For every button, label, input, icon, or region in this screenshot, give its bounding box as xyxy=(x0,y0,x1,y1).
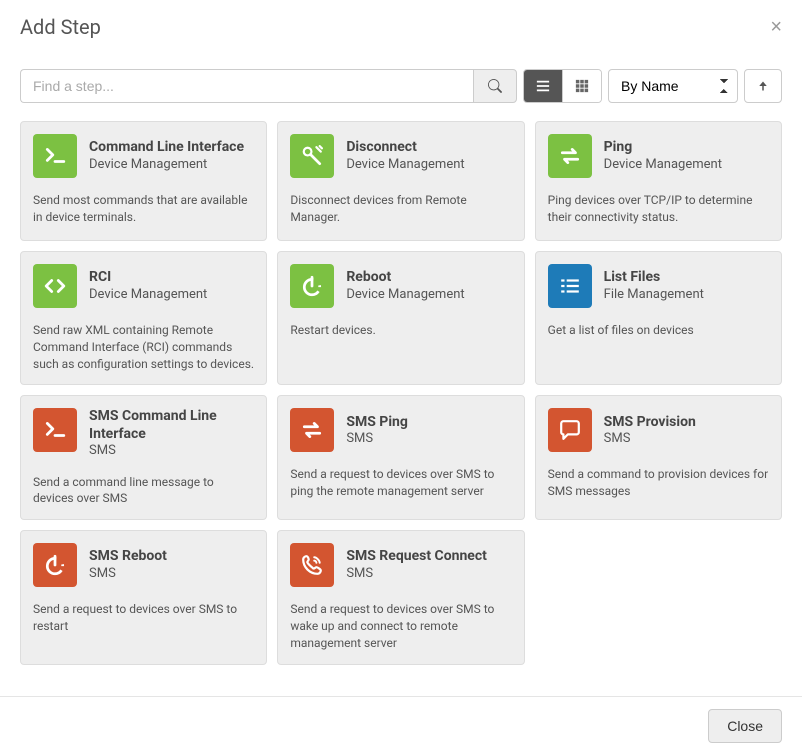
toolbar: By Name xyxy=(20,69,782,103)
card-description: Send a request to devices over SMS to pi… xyxy=(290,466,511,500)
card-head: SMS Request Connect SMS xyxy=(290,543,511,587)
step-grid: Command Line Interface Device Management… xyxy=(20,121,782,665)
step-card[interactable]: List Files File Management Get a list of… xyxy=(535,251,782,385)
card-titles: Ping Device Management xyxy=(604,134,722,178)
arrow-up-icon xyxy=(757,80,769,92)
card-description: Get a list of files on devices xyxy=(548,322,769,339)
card-head: RCI Device Management xyxy=(33,264,254,308)
card-title: RCI xyxy=(89,269,207,287)
card-description: Restart devices. xyxy=(290,322,511,339)
step-card[interactable]: Disconnect Device Management Disconnect … xyxy=(277,121,524,241)
view-toggle xyxy=(523,69,602,103)
card-head: Reboot Device Management xyxy=(290,264,511,308)
card-description: Send a request to devices over SMS to wa… xyxy=(290,601,511,651)
sort-select[interactable]: By Name xyxy=(608,69,738,103)
search-button[interactable] xyxy=(473,69,517,103)
unplug-icon xyxy=(290,134,334,178)
terminal-icon xyxy=(33,408,77,452)
arrows-icon xyxy=(290,408,334,452)
view-list-button[interactable] xyxy=(524,70,563,102)
power-icon xyxy=(33,543,77,587)
step-card[interactable]: SMS Provision SMS Send a command to prov… xyxy=(535,395,782,520)
card-title: List Files xyxy=(604,269,704,287)
sort-wrap: By Name xyxy=(608,69,738,103)
step-card[interactable]: SMS Ping SMS Send a request to devices o… xyxy=(277,395,524,520)
search-input[interactable] xyxy=(20,69,473,103)
step-card[interactable]: Ping Device Management Ping devices over… xyxy=(535,121,782,241)
card-title: Command Line Interface xyxy=(89,139,244,157)
card-head: Disconnect Device Management xyxy=(290,134,511,178)
card-category: File Management xyxy=(604,287,704,303)
card-title: Ping xyxy=(604,139,722,157)
card-description: Send a command to provision devices for … xyxy=(548,466,769,500)
card-description: Send a command line message to devices o… xyxy=(33,474,254,508)
card-title: Reboot xyxy=(346,269,464,287)
list-view-icon xyxy=(536,79,550,93)
modal-body: By Name Command Line Interface Device Ma… xyxy=(0,54,802,696)
search-icon xyxy=(488,79,502,93)
card-head: List Files File Management xyxy=(548,264,769,308)
card-titles: Reboot Device Management xyxy=(346,264,464,308)
chat-icon xyxy=(548,408,592,452)
card-head: Command Line Interface Device Management xyxy=(33,134,254,178)
step-card[interactable]: SMS Request Connect SMS Send a request t… xyxy=(277,530,524,664)
card-titles: SMS Provision SMS xyxy=(604,408,696,452)
close-button[interactable]: Close xyxy=(708,709,782,743)
view-grid-button[interactable] xyxy=(563,70,601,102)
card-category: SMS xyxy=(604,431,696,447)
add-step-modal: Add Step × By Name xyxy=(0,0,802,755)
card-titles: Disconnect Device Management xyxy=(346,134,464,178)
card-category: SMS xyxy=(346,566,487,582)
modal-header: Add Step × xyxy=(0,0,802,54)
modal-footer: Close xyxy=(0,696,802,755)
card-titles: SMS Ping SMS xyxy=(346,408,408,452)
card-titles: List Files File Management xyxy=(604,264,704,308)
card-titles: Command Line Interface Device Management xyxy=(89,134,244,178)
sort-direction-button[interactable] xyxy=(744,69,782,103)
card-title: SMS Ping xyxy=(346,414,408,432)
card-description: Send most commands that are available in… xyxy=(33,192,254,226)
card-description: Send a request to devices over SMS to re… xyxy=(33,601,254,635)
close-icon[interactable]: × xyxy=(770,17,782,37)
card-titles: SMS Command Line Interface SMS xyxy=(89,408,254,459)
card-category: SMS xyxy=(89,566,167,582)
card-title: Disconnect xyxy=(346,139,464,157)
modal-title: Add Step xyxy=(20,15,101,39)
step-card[interactable]: SMS Command Line Interface SMS Send a co… xyxy=(20,395,267,520)
step-card[interactable]: Command Line Interface Device Management… xyxy=(20,121,267,241)
card-head: SMS Command Line Interface SMS xyxy=(33,408,254,459)
card-category: SMS xyxy=(89,443,254,459)
card-category: Device Management xyxy=(89,287,207,303)
card-category: Device Management xyxy=(346,157,464,173)
card-title: SMS Request Connect xyxy=(346,548,487,566)
card-head: SMS Ping SMS xyxy=(290,408,511,452)
card-category: Device Management xyxy=(604,157,722,173)
grid-view-icon xyxy=(575,79,589,93)
card-description: Ping devices over TCP/IP to determine th… xyxy=(548,192,769,226)
card-head: SMS Reboot SMS xyxy=(33,543,254,587)
card-title: SMS Reboot xyxy=(89,548,167,566)
step-card[interactable]: RCI Device Management Send raw XML conta… xyxy=(20,251,267,385)
step-card[interactable]: Reboot Device Management Restart devices… xyxy=(277,251,524,385)
card-titles: RCI Device Management xyxy=(89,264,207,308)
card-category: Device Management xyxy=(89,157,244,173)
search-group xyxy=(20,69,517,103)
card-title: SMS Command Line Interface xyxy=(89,408,254,443)
card-titles: SMS Reboot SMS xyxy=(89,543,167,587)
card-titles: SMS Request Connect SMS xyxy=(346,543,487,587)
terminal-icon xyxy=(33,134,77,178)
code-icon xyxy=(33,264,77,308)
phone-icon xyxy=(290,543,334,587)
card-category: Device Management xyxy=(346,287,464,303)
card-head: Ping Device Management xyxy=(548,134,769,178)
card-head: SMS Provision SMS xyxy=(548,408,769,452)
list-icon xyxy=(548,264,592,308)
card-description: Disconnect devices from Remote Manager. xyxy=(290,192,511,226)
power-icon xyxy=(290,264,334,308)
card-description: Send raw XML containing Remote Command I… xyxy=(33,322,254,372)
arrows-icon xyxy=(548,134,592,178)
card-category: SMS xyxy=(346,431,408,447)
step-card[interactable]: SMS Reboot SMS Send a request to devices… xyxy=(20,530,267,664)
card-title: SMS Provision xyxy=(604,414,696,432)
